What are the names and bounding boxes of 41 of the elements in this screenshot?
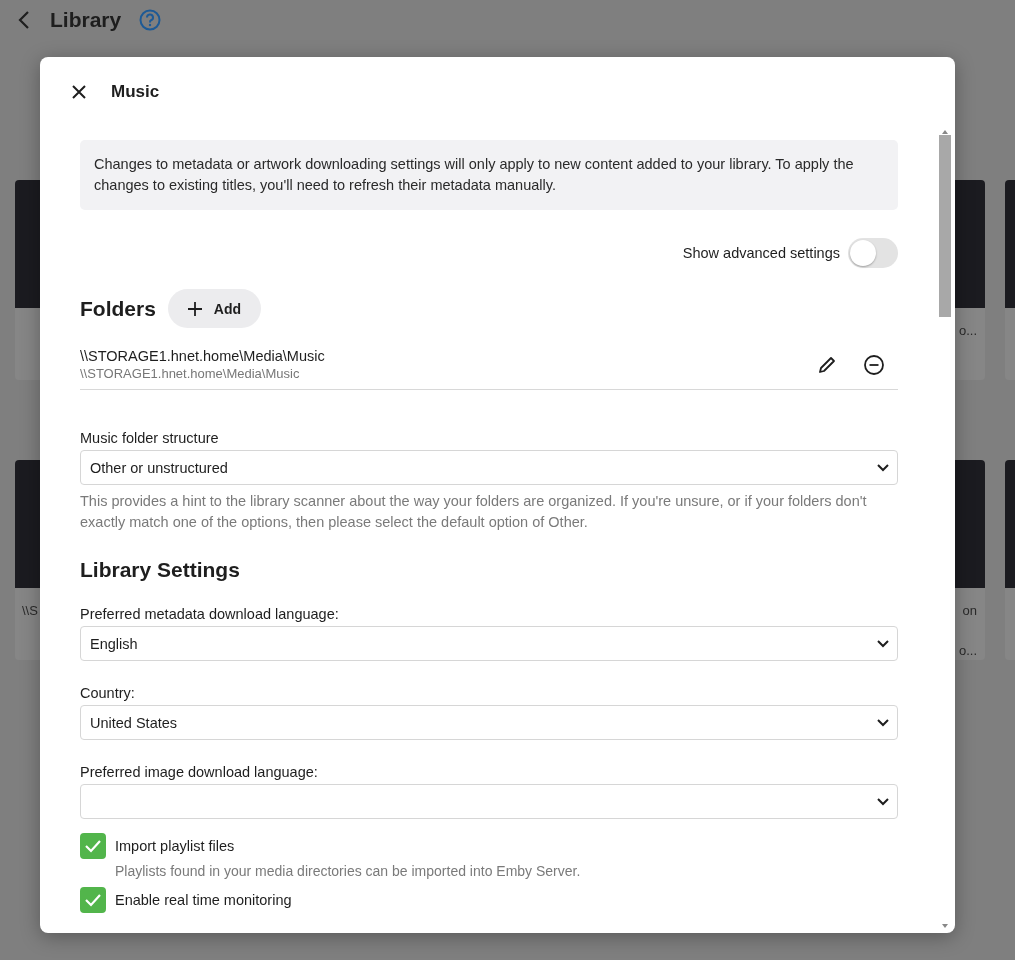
dialog-title: Music bbox=[111, 82, 160, 102]
checkbox[interactable] bbox=[80, 833, 106, 859]
folder-path: \\STORAGE1.hnet.home\Media\Music bbox=[80, 348, 326, 364]
remove-icon[interactable] bbox=[863, 353, 885, 376]
info-notice: Changes to metadata or artwork downloading settings will only apply to new content added to your library. To apply the changes to existing titles, you'll need to refresh their metadata manually. bbox=[80, 140, 898, 210]
chevron-down-icon bbox=[877, 797, 889, 806]
option-description: Playlists found in your media directories can be imported into Emby Server. bbox=[115, 863, 582, 879]
plus-icon bbox=[187, 301, 202, 316]
field-label: Country: bbox=[80, 685, 136, 701]
checkbox-label: Enable real time monitoring bbox=[115, 892, 292, 908]
card-caption: o... bbox=[958, 642, 977, 660]
help-icon[interactable] bbox=[139, 9, 162, 31]
folder-structure-select[interactable]: Other or unstructured bbox=[80, 450, 898, 485]
field-label: Preferred metadata download language: bbox=[80, 606, 340, 622]
dropdown-select[interactable]: English bbox=[80, 626, 898, 661]
field-label: Preferred image download language: bbox=[80, 764, 319, 780]
scroll-down-icon[interactable] bbox=[941, 923, 949, 929]
checkmark-icon bbox=[84, 839, 102, 853]
card-caption: \\S bbox=[22, 602, 38, 620]
chevron-down-icon bbox=[877, 463, 889, 472]
section-heading: Folders bbox=[80, 296, 156, 321]
checkbox-label: Import playlist files bbox=[115, 838, 235, 854]
back-icon[interactable] bbox=[18, 10, 30, 30]
checkmark-icon bbox=[84, 893, 102, 907]
section-heading: Library Settings bbox=[80, 558, 241, 582]
scrollbar-thumb[interactable] bbox=[939, 135, 951, 317]
chevron-down-icon bbox=[877, 718, 889, 727]
field-label: Music folder structure bbox=[80, 430, 220, 446]
pencil-icon[interactable] bbox=[817, 354, 837, 375]
advanced-settings-toggle[interactable] bbox=[848, 238, 898, 268]
card-caption: on bbox=[962, 602, 977, 620]
folder-subpath: \\STORAGE1.hnet.home\Media\Music bbox=[80, 366, 301, 381]
toggle-label: Show advanced settings bbox=[682, 245, 840, 261]
page-title: Library bbox=[50, 8, 122, 32]
card-caption: o... bbox=[958, 322, 977, 340]
close-icon[interactable] bbox=[71, 84, 87, 100]
checkbox[interactable] bbox=[80, 887, 106, 913]
dropdown-select[interactable]: United States bbox=[80, 705, 898, 740]
chevron-down-icon bbox=[877, 639, 889, 648]
add-button[interactable]: Add bbox=[167, 289, 262, 328]
help-text: This provides a hint to the library scanner about the way your folders are organized. If you're unsure, or if your folders don't exactly match one of the options, then please select the default option of Other. bbox=[80, 492, 868, 532]
